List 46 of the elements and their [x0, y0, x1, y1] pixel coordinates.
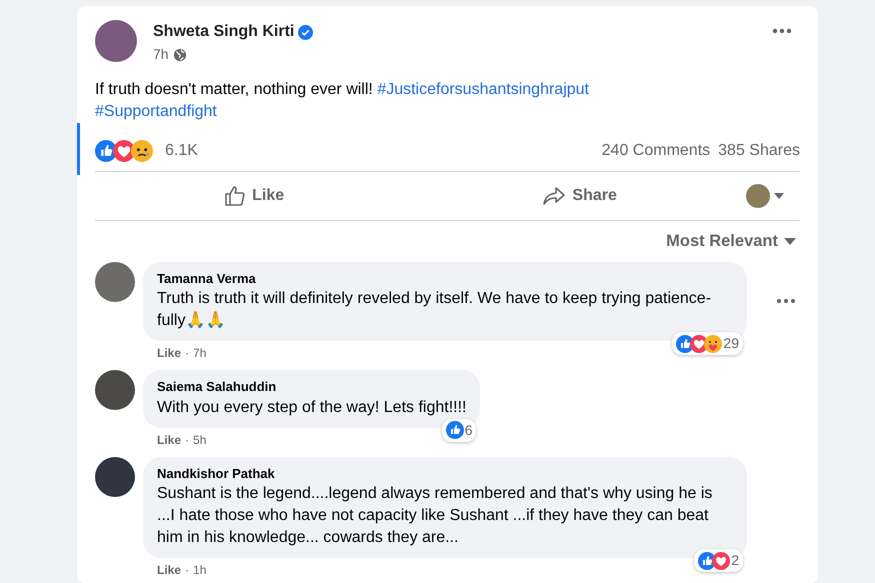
like-button[interactable]: Like — [224, 184, 284, 208]
share-arrow-icon — [542, 186, 566, 206]
share-button[interactable]: Share — [542, 184, 617, 208]
sad-reaction-icon — [131, 140, 153, 162]
author-name-link[interactable]: Shweta Singh Kirti — [153, 20, 294, 44]
comment-like-link[interactable]: Like — [157, 344, 182, 362]
post-time[interactable]: 7h — [153, 44, 169, 65]
post-text: If truth doesn't matter, nothing ever will! #Justiceforsushantsinghrajput #Supportandfight — [95, 80, 590, 122]
like-reaction-icon — [446, 421, 464, 440]
selection-bar — [77, 123, 80, 175]
comment-time[interactable]: 7h — [193, 344, 206, 362]
avatar-photo-placeholder — [95, 456, 135, 497]
caret-icon — [784, 238, 796, 245]
hashtag-link[interactable]: #Supportandfight — [95, 103, 217, 120]
comment-like-link[interactable]: Like — [157, 561, 182, 580]
profile-avatar-placeholder[interactable] — [746, 184, 770, 208]
care-reaction-icon — [704, 334, 722, 353]
comment-time[interactable]: 1h — [193, 561, 206, 580]
comment-time[interactable]: 5h — [193, 430, 206, 449]
avatar-photo-placeholder — [95, 20, 137, 62]
comment-text: Truth is truth it will definitely reveled by itself. We have to keep trying patience-fully🙏🙏 — [157, 289, 712, 332]
reaction-summary[interactable]: 6 — [442, 418, 476, 442]
reaction-count[interactable]: 6.1K — [165, 139, 198, 163]
comment-like-link[interactable]: Like — [157, 430, 182, 449]
reaction-summary[interactable]: 2 — [694, 549, 743, 572]
globe-icon — [172, 48, 187, 62]
separator-dot: · — [185, 562, 190, 580]
more-options-icon[interactable] — [776, 298, 796, 304]
more-options-icon[interactable] — [772, 28, 792, 34]
reaction-summary[interactable]: 29 — [672, 332, 743, 356]
comments-count-link[interactable]: 240 Comments — [602, 139, 710, 163]
thumbs-up-icon — [224, 185, 246, 207]
separator-dot: · — [185, 345, 190, 362]
shares-count-link[interactable]: 385 Shares — [718, 139, 800, 163]
hashtag-link[interactable]: #Justiceforsushantsinghrajput — [377, 81, 589, 98]
separator-dot: · — [185, 432, 190, 449]
avatar-photo-placeholder — [95, 370, 135, 410]
comment-text: With you every step of the way! Lets fight!!!! — [157, 398, 466, 418]
comment-text: Sushant is the legend....legend always remembered and that's why using he is ...I hate those who have not capacity like Sushant ...if they have they can beat him in his knowledge... cowards they are... — [157, 484, 714, 548]
commenter-name-link[interactable]: Tamanna Verma — [157, 268, 733, 288]
caret-icon[interactable] — [774, 193, 784, 199]
love-reaction-icon — [712, 552, 730, 570]
sort-dropdown-button[interactable]: Most Relevant — [666, 229, 796, 254]
commenter-name-link[interactable]: Saiema Salahuddin — [157, 377, 466, 397]
commenter-name-link[interactable]: Nandkishor Pathak — [157, 464, 733, 484]
avatar-photo-placeholder — [95, 262, 135, 302]
